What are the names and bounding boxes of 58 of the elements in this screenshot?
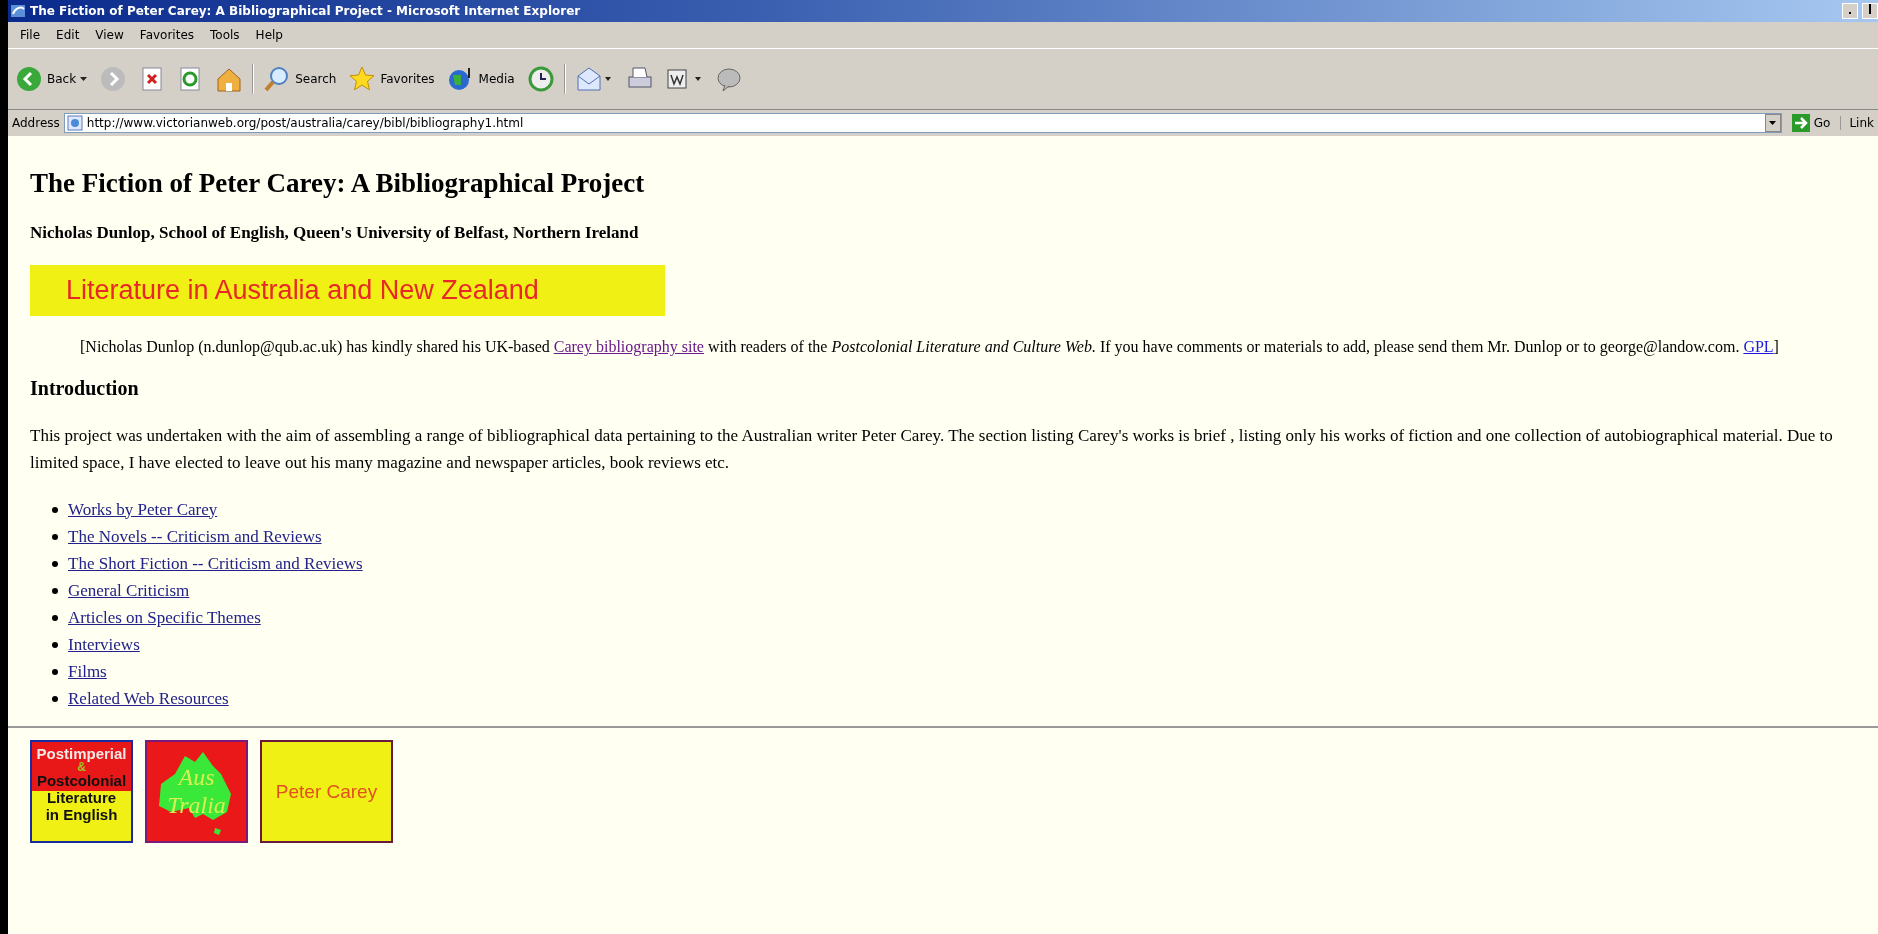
link[interactable]: Films bbox=[68, 661, 107, 682]
star-icon bbox=[348, 65, 377, 93]
menu-item[interactable]: Favorites bbox=[131, 26, 203, 44]
logo-text: in English bbox=[45, 806, 118, 823]
speech-bubble-icon bbox=[714, 65, 743, 93]
bullet bbox=[52, 641, 58, 648]
caret-icon bbox=[1769, 121, 1777, 125]
logo-text: & bbox=[77, 762, 86, 772]
favorites-button[interactable]: Favorites bbox=[345, 63, 438, 95]
caret-icon bbox=[80, 77, 88, 81]
menu-item[interactable]: Edit bbox=[48, 26, 88, 44]
envelope-icon bbox=[574, 65, 613, 93]
menu-item[interactable]: Tools bbox=[202, 26, 248, 44]
links-button[interactable]: Link bbox=[1840, 116, 1878, 130]
bullet bbox=[52, 560, 58, 567]
dropdown-button[interactable] bbox=[1764, 114, 1781, 132]
search-button[interactable]: Search bbox=[260, 63, 340, 95]
bullet bbox=[52, 614, 58, 621]
arrow-icon bbox=[1791, 114, 1810, 132]
back-button[interactable]: Back bbox=[12, 63, 91, 95]
bullet bbox=[52, 587, 58, 594]
postcolonial-logo[interactable]: Postimperial & Postcolonial Literature in English bbox=[30, 740, 133, 843]
logo-text: Tralia bbox=[166, 792, 227, 819]
bullet bbox=[52, 506, 58, 513]
link[interactable]: The Novels -- Criticism and Reviews bbox=[68, 526, 322, 547]
link[interactable]: Works by Peter Carey bbox=[68, 499, 218, 520]
link[interactable]: The Short Fiction -- Criticism and Reviews bbox=[68, 553, 363, 574]
link[interactable]: Carey bibliography site bbox=[553, 338, 704, 355]
page-icon bbox=[66, 115, 83, 131]
menu-item[interactable]: Help bbox=[247, 26, 291, 44]
link[interactable]: General Criticism bbox=[68, 580, 190, 601]
menu-item[interactable]: File bbox=[12, 26, 49, 44]
bullet bbox=[52, 695, 58, 702]
intro-paragraph: This project was undertaken with the aim of assembling a range of bibliographical data pertaining to the Australian writer Peter Carey. The section listing Carey's works is brief , listing only his works of fiction and one collection of autobiographical material. Due to limited space, I have elected to leave out his many magazine and newspaper articles, book reviews etc. bbox=[30, 425, 1834, 474]
editor-note: [Nicholas Dunlop (n.dunlop@qub.ac.uk) has kindly shared his UK-based Carey bibliography site with readers of the Postcolonial Literature and Culture Web. If you have comments or materials to add, please send them Mr. Dunlop or to george@landow.com. GPL] bbox=[80, 337, 1780, 358]
link[interactable]: GPL bbox=[1743, 338, 1774, 355]
section-heading: Introduction bbox=[30, 377, 140, 400]
logo-text: Postimperial bbox=[36, 745, 127, 762]
go-button[interactable]: Go bbox=[1785, 114, 1837, 132]
logo-text: Literature bbox=[46, 789, 117, 806]
bullet bbox=[52, 668, 58, 675]
logo-text: Peter Carey bbox=[275, 780, 378, 803]
clock-icon bbox=[526, 65, 555, 93]
page-title: The Fiction of Peter Carey: A Bibliographical Project bbox=[30, 168, 646, 199]
author-line: Nicholas Dunlop, School of English, Queen's University of Belfast, Northern Ireland bbox=[30, 223, 640, 243]
section-banner[interactable]: Literature in Australia and New Zealand bbox=[30, 265, 665, 316]
link[interactable]: Interviews bbox=[68, 634, 140, 655]
bullet bbox=[52, 533, 58, 540]
link[interactable]: Articles on Specific Themes bbox=[68, 607, 261, 628]
address-label: Address bbox=[12, 116, 60, 130]
logo-text: Aus bbox=[176, 764, 216, 791]
link[interactable]: Related Web Resources bbox=[68, 688, 229, 709]
window-title: The Fiction of Peter Carey: A Bibliographical Project - Microsoft Internet Explorer bbox=[30, 4, 582, 18]
media-button[interactable]: Media bbox=[443, 63, 518, 95]
menu-item[interactable]: View bbox=[87, 26, 132, 44]
browser-icon bbox=[10, 3, 26, 19]
logo-text: Postcolonial bbox=[36, 772, 127, 789]
address-field[interactable]: http://www.victorianweb.org/post/australia/carey/bibl/bibliography1.html bbox=[63, 113, 1782, 133]
